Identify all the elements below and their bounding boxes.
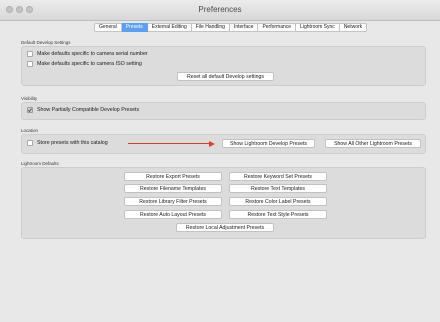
iso-setting-label: Make defaults specific to camera ISO set…	[37, 61, 142, 67]
tab-interface[interactable]: Interface	[229, 23, 259, 32]
location-label: Location	[21, 128, 39, 133]
restore-color-label-presets-button[interactable]: Restore Color Label Presets	[229, 197, 327, 206]
partially-compatible-checkbox[interactable]	[27, 107, 33, 113]
restore-text-style-presets-button[interactable]: Restore Text Style Presets	[229, 210, 327, 219]
partially-compatible-label: Show Partially Compatible Develop Preset…	[37, 107, 140, 113]
iso-setting-checkbox[interactable]	[27, 61, 33, 67]
store-with-catalog-option[interactable]: Store presets with this catalog	[27, 140, 108, 146]
lightroom-defaults-label: Lightroom Defaults	[21, 161, 59, 166]
partially-compatible-option[interactable]: Show Partially Compatible Develop Preset…	[27, 107, 139, 113]
visibility-label: Visibility	[21, 96, 38, 101]
iso-setting-option[interactable]: Make defaults specific to camera ISO set…	[27, 61, 142, 67]
serial-number-label: Make defaults specific to camera serial …	[37, 51, 148, 57]
tab-performance[interactable]: Performance	[258, 23, 297, 32]
restore-keyword-set-presets-button[interactable]: Restore Keyword Set Presets	[229, 172, 327, 181]
serial-number-checkbox[interactable]	[27, 51, 33, 57]
tab-general[interactable]: General	[94, 23, 122, 32]
restore-auto-layout-presets-button[interactable]: Restore Auto Layout Presets	[124, 210, 222, 219]
restore-text-templates-button[interactable]: Restore Text Templates	[229, 184, 327, 193]
tab-presets[interactable]: Presets	[121, 23, 148, 32]
restore-library-filter-presets-button[interactable]: Restore Library Filter Presets	[124, 197, 222, 206]
tab-file-handling[interactable]: File Handling	[191, 23, 230, 32]
store-with-catalog-checkbox[interactable]	[27, 140, 33, 146]
serial-number-option[interactable]: Make defaults specific to camera serial …	[27, 51, 148, 57]
tab-external-editing[interactable]: External Editing	[147, 23, 192, 32]
default-develop-settings-label: Default Develop Settings	[21, 40, 71, 45]
reset-develop-settings-button[interactable]: Reset all default Develop settings	[177, 72, 274, 81]
show-develop-presets-button[interactable]: Show Lightroom Develop Presets	[222, 139, 315, 148]
restore-filename-templates-button[interactable]: Restore Filename Templates	[124, 184, 222, 193]
restore-local-adjustment-presets-button[interactable]: Restore Local Adjustment Presets	[176, 223, 274, 232]
annotation-arrow-line	[128, 143, 211, 144]
show-other-presets-button[interactable]: Show All Other Lightroom Presets	[325, 139, 421, 148]
tab-network[interactable]: Network	[339, 23, 368, 32]
title-bar: Preferences	[0, 0, 440, 21]
store-with-catalog-label: Store presets with this catalog	[37, 140, 108, 146]
tab-lightroom-sync[interactable]: Lightroom Sync	[296, 23, 340, 32]
window-title: Preferences	[198, 5, 242, 14]
annotation-arrow-icon	[209, 140, 215, 147]
restore-export-presets-button[interactable]: Restore Export Presets	[124, 172, 222, 181]
preferences-tabs: General Presets External Editing File Ha…	[94, 23, 368, 32]
